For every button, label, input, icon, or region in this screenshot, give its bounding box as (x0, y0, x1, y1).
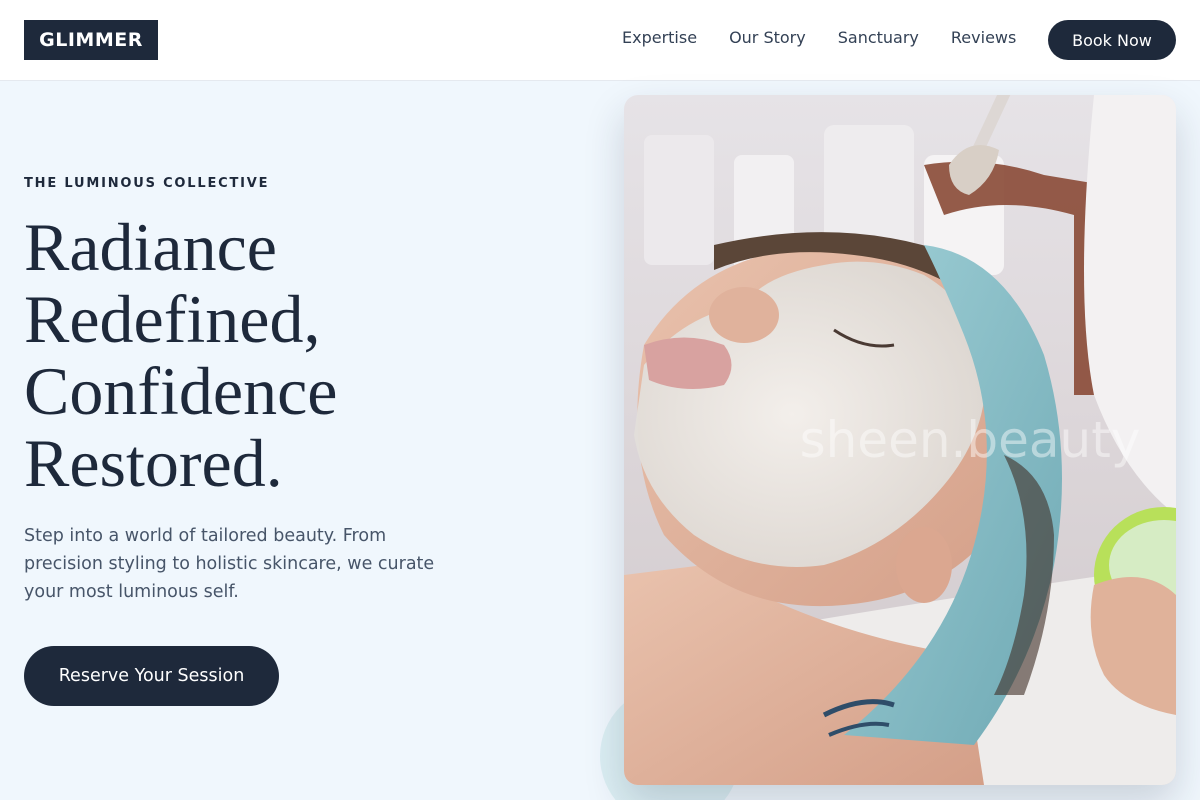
headline-line-1: Radiance (24, 209, 277, 285)
nav-link-our-story[interactable]: Our Story (729, 28, 806, 48)
reserve-session-button[interactable]: Reserve Your Session (24, 646, 279, 706)
headline-line-2: Redefined, (24, 281, 321, 357)
headline-line-3: Confidence (24, 353, 338, 429)
hero-description: Step into a world of tailored beauty. Fr… (24, 526, 435, 602)
brand-logo[interactable]: GLIMMER (24, 20, 158, 60)
nav-link-reviews[interactable]: Reviews (951, 28, 1016, 48)
headline-line-4: Restored. (24, 425, 283, 501)
top-navigation-bar: GLIMMER Expertise Our Story Sanctuary Re… (0, 0, 1200, 81)
book-now-button[interactable]: Book Now (1048, 20, 1176, 60)
hero-headline: Radiance Redefined, Confidence Restored. (24, 211, 544, 499)
nav-link-sanctuary[interactable]: Sanctuary (838, 28, 919, 48)
image-watermark: sheen.beauty (799, 411, 1141, 469)
nav-link-expertise[interactable]: Expertise (622, 28, 697, 48)
hero-eyebrow: THE LUMINOUS COLLECTIVE (24, 176, 270, 191)
main-nav: Expertise Our Story Sanctuary Reviews (622, 28, 1016, 48)
hero-facial-treatment-image: sheen.beauty (624, 95, 1176, 785)
